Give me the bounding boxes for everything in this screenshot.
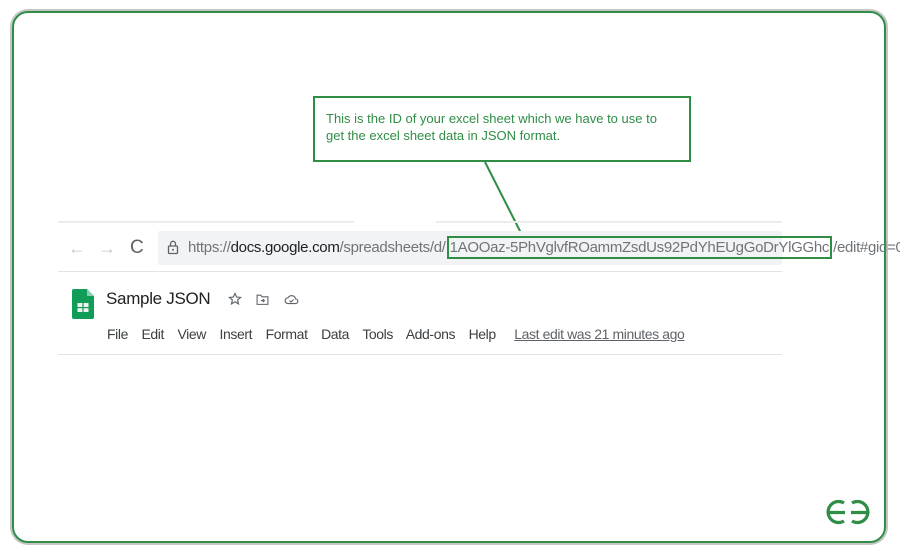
menu-file[interactable]: File [107, 326, 128, 342]
last-edit-link[interactable]: Last edit was 21 minutes ago [514, 326, 685, 342]
doc-title-row: Sample JSON [106, 289, 299, 313]
menu-edit[interactable]: Edit [141, 326, 164, 342]
star-icon[interactable] [227, 292, 242, 306]
back-arrow-icon[interactable]: ← [68, 237, 86, 259]
browser-toolbar: ← → C https://docs.google.com/spreadshee… [58, 228, 900, 270]
menu-divider [58, 354, 782, 355]
sheet-id-highlight: 1AOOaz-5PhVglvfROammZsdUs92PdYhEUgGoDrYl… [446, 236, 833, 259]
menu-insert[interactable]: Insert [220, 326, 253, 342]
sheets-icon[interactable] [72, 289, 94, 319]
url-prefix: https:// [188, 239, 231, 256]
menu-format[interactable]: Format [266, 326, 308, 342]
callout-line-1: This is the ID of your excel sheet which… [326, 111, 657, 126]
address-bar[interactable]: https://docs.google.com/spreadsheets/d/1… [158, 231, 900, 265]
move-to-folder-icon[interactable] [256, 293, 269, 306]
callout-line-2: get the excel sheet data in JSON format. [326, 128, 561, 143]
toolbar-divider [58, 271, 782, 272]
menu-data[interactable]: Data [321, 326, 349, 342]
outer-frame [12, 11, 886, 543]
browser-tab-gap [354, 219, 436, 225]
url-host: docs.google.com [230, 239, 340, 256]
forward-arrow-icon[interactable]: → [98, 237, 116, 259]
menu-view[interactable]: View [178, 326, 207, 342]
annotation-callout: This is the ID of your excel sheet which… [313, 96, 691, 162]
url-suffix: /edit#gid=0 [833, 239, 900, 256]
menu-bar: File Edit View Insert Format Data Tools … [107, 326, 685, 342]
doc-title[interactable]: Sample JSON [106, 289, 211, 308]
gfg-logo-icon [826, 499, 870, 525]
cloud-status-icon[interactable] [284, 293, 299, 306]
reload-icon[interactable]: C [130, 237, 144, 259]
menu-help[interactable]: Help [469, 326, 497, 342]
lock-icon [167, 240, 179, 255]
menu-add-ons[interactable]: Add-ons [406, 326, 456, 342]
menu-tools[interactable]: Tools [362, 326, 393, 342]
url-path: /spreadsheets/d/ [339, 239, 446, 256]
url-text: https://docs.google.com/spreadsheets/d/1… [188, 236, 900, 259]
